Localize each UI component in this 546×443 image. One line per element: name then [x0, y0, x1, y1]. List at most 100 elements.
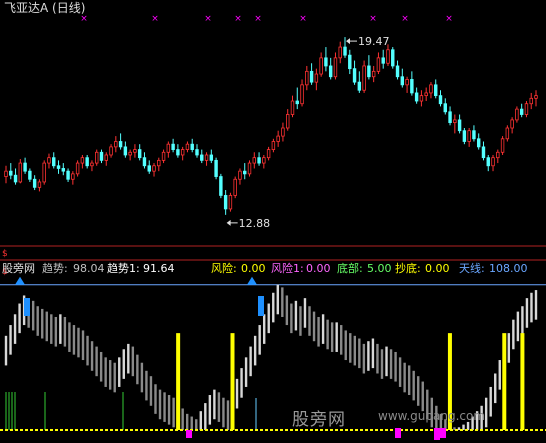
candle-body	[476, 138, 481, 148]
trend-bar	[349, 333, 352, 363]
trend-bar	[403, 362, 406, 393]
trend-bar	[530, 292, 533, 323]
trend-bar	[534, 290, 538, 320]
candle-body	[405, 79, 409, 86]
trend-bar	[54, 316, 58, 347]
chart-title: 飞亚达A (日线)	[4, 1, 86, 15]
trend1-label: 趋势1:	[107, 262, 140, 275]
annotation-arrowhead	[226, 219, 231, 226]
candle-body	[32, 178, 37, 188]
candle-body	[472, 130, 476, 140]
candle-body	[66, 170, 70, 180]
candle-body	[443, 103, 447, 113]
candle-body	[133, 149, 137, 153]
candle-body	[381, 57, 385, 64]
trend-bar	[321, 314, 325, 344]
candle-body	[243, 170, 247, 175]
trend-bar	[294, 300, 298, 331]
trend-bar	[267, 303, 270, 334]
candle-body	[52, 157, 56, 167]
watermark-text: 股旁网	[292, 410, 346, 430]
trend-bar	[253, 335, 257, 366]
trend-bar	[226, 400, 230, 430]
trend-bar	[50, 314, 53, 344]
candle-body	[424, 92, 428, 97]
trend-bar	[167, 395, 171, 425]
watermark-url: www.gupang.com	[378, 409, 486, 423]
chart-window: 19.47 12.88 × × × × × × × × × $ $ 飞亚达A (日线) 股旁网 趋势: …	[0, 0, 546, 443]
candle-body	[309, 70, 314, 83]
trend-bar	[195, 419, 198, 430]
trend-bar	[353, 335, 357, 366]
trend-bar	[484, 397, 488, 428]
signal-mark: ×	[80, 14, 88, 24]
candle-body	[529, 97, 533, 105]
trend-bar	[204, 403, 207, 430]
trend-bar	[18, 303, 21, 334]
candle-body	[410, 79, 414, 94]
trend-bar	[308, 306, 311, 336]
candle-body	[214, 159, 218, 177]
signal-mark: ×	[151, 14, 159, 24]
skyline-label: 天线:	[459, 262, 485, 275]
signal-block	[24, 298, 30, 316]
candle-body	[314, 73, 319, 83]
candle-body	[137, 149, 142, 159]
candle-body	[180, 149, 185, 156]
panel-marker: $	[2, 249, 8, 259]
candle-body	[491, 157, 495, 167]
trend-bar	[4, 335, 8, 366]
trend-bar	[249, 346, 252, 377]
candle-body	[171, 143, 175, 150]
trend-bar	[59, 314, 62, 344]
trend-bar	[516, 311, 520, 342]
trend-bar	[394, 351, 397, 382]
trend-bar	[281, 287, 284, 317]
trend-bar	[362, 343, 366, 374]
annotation-label: 19.47	[358, 35, 390, 48]
candle-body	[266, 149, 271, 159]
risk1-value: 0.00	[306, 262, 331, 275]
candle-body	[190, 143, 194, 150]
candle-body	[414, 92, 419, 102]
candle-body	[233, 178, 237, 196]
candle-body	[114, 141, 118, 148]
candle-body	[80, 157, 85, 164]
candle-body	[47, 157, 51, 164]
candle-body	[95, 151, 99, 164]
trend-bar	[272, 292, 275, 323]
candle-body	[395, 65, 400, 78]
candle-body	[505, 127, 510, 140]
trend-bar	[358, 338, 361, 369]
trend-bar	[72, 325, 76, 355]
candle-body	[434, 84, 438, 97]
candle-body	[123, 146, 128, 156]
candle-body	[142, 157, 147, 167]
risk-bar	[176, 333, 181, 430]
trend-bar	[276, 284, 279, 315]
candle-body	[524, 103, 529, 115]
trend-bar	[127, 343, 130, 374]
candle-body	[348, 54, 352, 70]
trend-bar	[367, 341, 370, 371]
trend-bar	[521, 306, 524, 336]
trend-bar	[63, 316, 67, 347]
candle-body	[75, 162, 80, 175]
candle-body	[357, 81, 362, 91]
annotation-arrowhead	[346, 38, 351, 45]
trend-bar	[45, 311, 48, 342]
risk1-label: 风险1:	[271, 262, 304, 275]
candle-body	[56, 165, 61, 169]
candle-body	[166, 143, 171, 153]
trend-bar	[77, 327, 80, 358]
candle-body	[200, 154, 204, 161]
trend-bar	[421, 381, 424, 412]
candle-body	[247, 162, 252, 175]
trend-bar	[330, 322, 334, 352]
risk-bar	[520, 333, 525, 430]
trend-bar	[31, 300, 35, 331]
trend-bar	[335, 322, 338, 352]
candle-body	[515, 108, 519, 121]
candle-body	[276, 135, 280, 142]
candle-body	[462, 130, 467, 142]
